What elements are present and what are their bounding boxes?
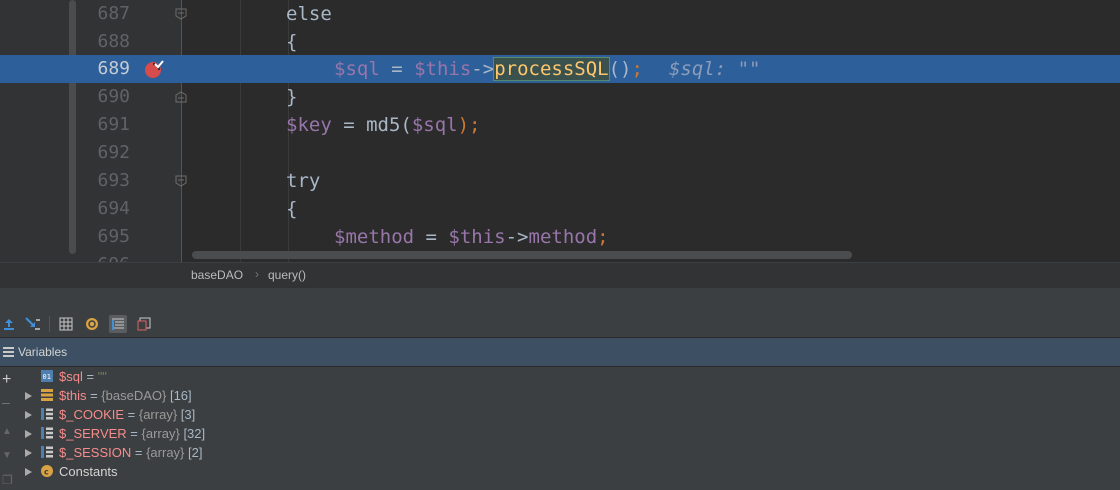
breadcrumb-separator-icon: › (255, 267, 259, 281)
code-text: { (286, 198, 298, 220)
method-call[interactable]: processSQL (493, 57, 610, 81)
evaluate-icon[interactable] (57, 315, 75, 333)
code-text: $sql = $this->processSQL(); $sql: "" (334, 57, 761, 81)
expand-arrow-icon[interactable] (25, 392, 32, 400)
code-text: } (286, 86, 298, 108)
variable-name: $_SESSION (59, 445, 132, 460)
variable-row[interactable]: $_SESSION = {array} [2] (0, 443, 1120, 462)
line-number: 693 (97, 170, 130, 191)
variable-count: [3] (177, 407, 196, 422)
horizontal-scrollbar[interactable] (192, 251, 852, 259)
array-type-icon (41, 446, 53, 458)
variable-value: "" (97, 369, 107, 384)
menu-icon (3, 347, 14, 357)
step-out-icon[interactable] (0, 315, 18, 333)
code-text: { (286, 31, 298, 53)
variable-row[interactable]: $_SERVER = {array} [32] (0, 424, 1120, 443)
svg-text:01: 01 (43, 373, 51, 381)
breadcrumb-method[interactable]: query() (268, 268, 306, 282)
code-text: $key = md5($sql); (286, 114, 481, 136)
current-execution-line[interactable]: 689 $sql = $this->processSQL(); $sql: "" (0, 55, 1120, 83)
code-text: $method = $this->method; (334, 226, 609, 248)
breadcrumb: baseDAO › query() (0, 262, 1120, 288)
expand-arrow-icon[interactable] (25, 430, 32, 438)
line-number: 689 (97, 58, 130, 79)
code-line[interactable]: 695 $method = $this->method; (0, 223, 1120, 251)
run-to-cursor-icon[interactable] (24, 315, 42, 333)
code-line[interactable]: 687 else (0, 0, 1120, 28)
fold-marker-icon[interactable] (174, 7, 188, 21)
inline-value-hint: $sql: "" (668, 58, 761, 80)
variable-name: $this (59, 388, 87, 403)
variable-type: {array} (138, 407, 178, 422)
breakpoint-icon[interactable] (144, 59, 164, 79)
variable-row[interactable]: $this = {baseDAO} [16] (0, 386, 1120, 405)
code-text: try (286, 170, 321, 192)
line-number: 694 (97, 198, 130, 219)
line-number: 690 (97, 86, 130, 107)
variable-row[interactable]: 01 $sql = "" (0, 367, 1120, 386)
code-editor[interactable]: 687 else 688 { 689 $sql = $this->process… (0, 0, 1120, 262)
variable-type: {array} (141, 426, 180, 441)
fold-marker-icon[interactable] (174, 90, 188, 104)
line-number: 691 (97, 114, 130, 135)
fold-marker-icon[interactable] (174, 174, 188, 188)
code-line[interactable]: 688 { (0, 28, 1120, 56)
string-type-icon: 01 (41, 370, 53, 382)
variable-row[interactable]: $_COOKIE = {array} [3] (0, 405, 1120, 424)
toolbar-separator (49, 316, 50, 332)
expand-arrow-icon[interactable] (25, 411, 32, 419)
variable-count: [32] (179, 426, 206, 441)
expand-arrow-icon[interactable] (25, 449, 32, 457)
variable-name: $_SERVER (59, 426, 127, 441)
panel-title: Variables (18, 345, 68, 359)
constants-icon: c (41, 465, 53, 477)
variable-type: {array} (146, 445, 185, 460)
breadcrumb-class[interactable]: baseDAO (191, 268, 243, 282)
array-type-icon (41, 427, 53, 439)
variables-tree[interactable]: + – ▲ ▼ ❐ 01 $sql = "" $this = {baseDAO}… (0, 367, 1120, 490)
restore-layout-icon[interactable] (135, 315, 153, 333)
svg-text:c: c (44, 468, 49, 477)
array-type-icon (41, 408, 53, 420)
code-line[interactable]: 690 } (0, 83, 1120, 111)
variable-count: [16] (166, 388, 192, 403)
watch-icon[interactable] (83, 315, 101, 333)
debug-toolbar (0, 311, 1120, 338)
code-line[interactable]: 691 $key = md5($sql); (0, 111, 1120, 139)
expand-arrow-icon[interactable] (25, 468, 32, 476)
frames-icon[interactable] (109, 315, 127, 333)
code-line[interactable]: 692 (0, 139, 1120, 167)
code-text: else (286, 3, 332, 25)
line-number: 687 (97, 3, 130, 24)
panel-divider[interactable] (0, 287, 1120, 313)
line-number: 692 (97, 142, 130, 163)
variable-type: {baseDAO} (101, 388, 167, 403)
line-number: 696 (80, 251, 130, 262)
variable-name: $_COOKIE (59, 407, 125, 422)
variables-panel-header[interactable]: Variables (0, 338, 1120, 367)
variable-row[interactable]: c Constants (0, 462, 1120, 481)
object-type-icon (41, 389, 53, 401)
variable-name: $sql (59, 369, 83, 384)
code-line[interactable]: 693 try (0, 167, 1120, 195)
variable-name: Constants (59, 464, 118, 479)
code-line[interactable]: 694 { (0, 195, 1120, 223)
variable-count: [2] (184, 445, 203, 460)
line-number: 688 (97, 31, 130, 52)
line-number: 695 (97, 226, 130, 247)
